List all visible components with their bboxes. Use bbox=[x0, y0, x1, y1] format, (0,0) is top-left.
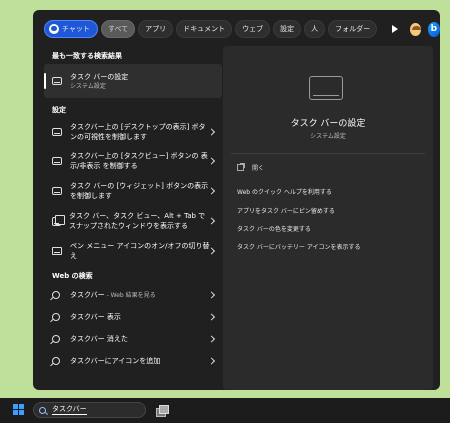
taskbar: タスクバー bbox=[0, 398, 450, 423]
chevron-right-icon[interactable] bbox=[207, 157, 216, 165]
chevron-right-icon[interactable] bbox=[207, 291, 216, 299]
result-line: タスク バー、タスク ビュー、Alt + Tab で bbox=[69, 212, 206, 220]
chevron-right-icon[interactable] bbox=[207, 128, 216, 136]
settings-result-desktop[interactable]: タスクバー上の [デスクトップの表示] ボタ ンの可視性を制御します bbox=[44, 118, 222, 146]
best-match-item[interactable]: タスク バーの設定 システム設定 bbox=[44, 64, 222, 98]
taskbar-search-box[interactable]: タスクバー bbox=[33, 402, 146, 418]
chevron-right-icon[interactable] bbox=[207, 357, 216, 365]
snap-windows-icon bbox=[52, 214, 65, 226]
filter-all[interactable]: すべて bbox=[100, 20, 136, 38]
chat-bubble-icon bbox=[49, 24, 59, 34]
web-query: タスクバー 表示 bbox=[70, 313, 121, 321]
action-battery-icon[interactable]: タスク バーにバッテリー アイコンを表示する bbox=[237, 242, 361, 251]
web-query: タスクバー 消えた bbox=[70, 335, 128, 343]
filter-documents[interactable]: ドキュメント bbox=[176, 20, 233, 38]
filter-bar: チャット すべて アプリ ドキュメント ウェブ 設定 人 フォルダー b bbox=[33, 10, 440, 48]
taskbar-icon bbox=[52, 128, 62, 136]
chevron-right-icon[interactable] bbox=[207, 335, 216, 343]
search-icon bbox=[52, 335, 60, 343]
result-line: ンの可視性を制御します bbox=[70, 133, 147, 141]
result-line: 示/非表示 を制御する bbox=[70, 162, 138, 170]
web-result[interactable]: タスクバー 消えた bbox=[44, 328, 222, 350]
web-heading: Web の検索 bbox=[52, 272, 93, 280]
settings-result-snap[interactable]: タスク バー、タスク ビュー、Alt + Tab でスナップされたウィンドウを表… bbox=[44, 206, 222, 236]
windows-start-icon[interactable] bbox=[13, 404, 25, 416]
result-line: スナップされたウィンドウを表示する bbox=[69, 222, 188, 230]
settings-heading: 設定 bbox=[52, 106, 66, 114]
divider bbox=[231, 153, 425, 154]
pen-icon bbox=[52, 247, 62, 255]
best-match-subtitle: システム設定 bbox=[70, 82, 106, 90]
settings-result-taskview[interactable]: タスクバー上の [タスクビュー] ボタンの 表示/非表示 を制御する bbox=[44, 146, 222, 176]
search-panel: チャット すべて アプリ ドキュメント ウェブ 設定 人 フォルダー b 最も一… bbox=[33, 10, 440, 390]
preview-title: タスク バーの設定 bbox=[290, 119, 366, 129]
search-icon bbox=[52, 357, 60, 365]
open-action[interactable]: 開く bbox=[237, 163, 264, 172]
chat-filter-button[interactable]: チャット bbox=[44, 20, 98, 38]
filter-folders[interactable]: フォルダー bbox=[328, 20, 378, 38]
open-external-icon bbox=[237, 163, 245, 171]
results-list: 最も一致する検索結果 タスク バーの設定 システム設定 設定 タスクバー上の [… bbox=[44, 48, 222, 372]
web-query: タスクバー bbox=[70, 291, 105, 299]
search-query[interactable]: タスクバー bbox=[52, 405, 87, 415]
search-icon bbox=[39, 406, 46, 414]
result-line: タスクバー上の [タスクビュー] ボタンの 表 bbox=[70, 152, 208, 160]
search-icon bbox=[52, 291, 60, 299]
preview-pane: タスク バーの設定 システム設定 開く Web のクイック ヘルプを利用する ア… bbox=[223, 46, 433, 390]
filter-settings[interactable]: 設定 bbox=[273, 20, 302, 38]
web-result[interactable]: タスクバーにアイコンを追加 bbox=[44, 350, 222, 372]
filter-people[interactable]: 人 bbox=[304, 20, 326, 38]
preview-subtitle: システム設定 bbox=[310, 133, 346, 140]
action-web-help[interactable]: Web のクイック ヘルプを利用する bbox=[237, 187, 332, 196]
more-filters-icon[interactable] bbox=[392, 25, 399, 33]
search-icon bbox=[52, 313, 60, 321]
taskbar-settings-icon bbox=[309, 76, 343, 100]
action-taskbar-color[interactable]: タスク バーの色を変更する bbox=[237, 224, 311, 233]
web-hint: - Web 結果を見る bbox=[104, 292, 156, 299]
result-line: タスク バーの [ウィジェット] ボタンの表示 bbox=[70, 182, 209, 190]
chevron-right-icon[interactable] bbox=[207, 217, 216, 225]
filter-apps[interactable]: アプリ bbox=[138, 20, 174, 38]
web-query: タスクバーにアイコンを追加 bbox=[70, 357, 161, 365]
result-line: え bbox=[70, 252, 77, 260]
best-match-heading: 最も一致する検索結果 bbox=[52, 52, 122, 60]
result-line: タスクバー上の [デスクトップの表示] ボタ bbox=[70, 123, 206, 131]
web-result[interactable]: タスクバー 表示 bbox=[44, 306, 222, 328]
result-line: を制御します bbox=[70, 192, 112, 200]
chevron-right-icon[interactable] bbox=[207, 313, 216, 321]
settings-result-pen[interactable]: ペン メニュー アイコンのオン/オフの切り替え bbox=[44, 236, 222, 266]
action-pin-app[interactable]: アプリをタスク バーにピン留めする bbox=[237, 206, 335, 215]
web-result[interactable]: タスクバー - Web 結果を見る bbox=[44, 284, 222, 306]
taskbar-settings-icon bbox=[52, 77, 62, 85]
best-match-title: タスク バーの設定 bbox=[70, 72, 129, 81]
bing-icon[interactable]: b bbox=[427, 21, 440, 37]
chevron-right-icon[interactable] bbox=[207, 187, 216, 195]
result-line: ペン メニュー アイコンのオン/オフの切り替 bbox=[70, 242, 210, 250]
filter-web[interactable]: ウェブ bbox=[235, 20, 271, 38]
taskbar-icon bbox=[52, 187, 62, 195]
chat-label: チャット bbox=[62, 25, 90, 33]
taskbar-icon bbox=[52, 157, 62, 165]
settings-result-widgets[interactable]: タスク バーの [ウィジェット] ボタンの表示 を制御します bbox=[44, 176, 222, 206]
task-view-icon[interactable] bbox=[156, 405, 169, 417]
profile-avatar-icon[interactable] bbox=[410, 22, 421, 36]
open-label: 開く bbox=[252, 165, 265, 172]
